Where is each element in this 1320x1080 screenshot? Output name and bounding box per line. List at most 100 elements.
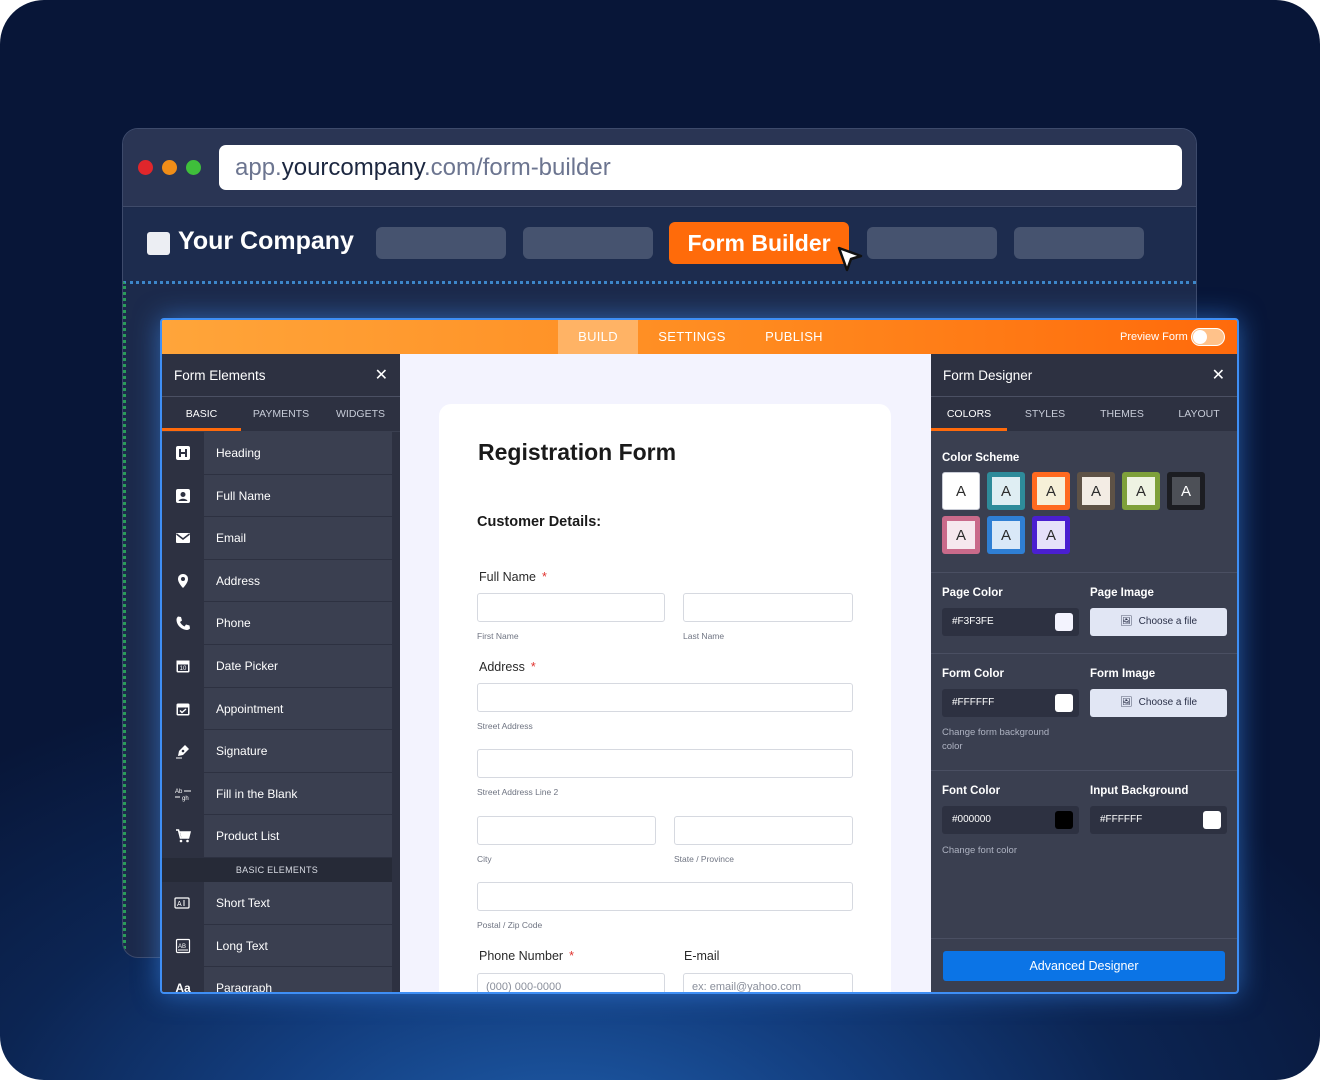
element-label: Long Text [216, 938, 268, 953]
maximize-window-dot[interactable] [186, 160, 201, 175]
color-scheme-swatch[interactable]: A [942, 472, 980, 510]
font-color-label: Font Color [942, 785, 1001, 797]
tab-themes[interactable]: THEMES [1083, 397, 1161, 431]
minimize-window-dot[interactable] [162, 160, 177, 175]
left-panel-scrollbar[interactable] [392, 432, 400, 992]
nav-item-form-builder[interactable]: Form Builder [669, 222, 849, 264]
person-icon [174, 487, 192, 505]
svg-text:AB: AB [178, 944, 186, 950]
basic-elements-section-label: BASIC ELEMENTS [162, 857, 392, 882]
tab-settings[interactable]: SETTINGS [648, 320, 736, 354]
form-section-title[interactable]: Customer Details: [477, 514, 601, 530]
url-prefix: app. [235, 154, 282, 181]
email-input[interactable]: ex: email@yahoo.com [683, 973, 853, 992]
first-name-input[interactable] [477, 593, 665, 622]
short-text-icon: A [174, 894, 192, 912]
element-signature[interactable]: Signature [162, 730, 392, 773]
street-address-input[interactable] [477, 683, 853, 712]
url-suffix: .com/form-builder [424, 154, 611, 181]
company-name: Your Company [178, 227, 354, 255]
font-color-value: #000000 [952, 814, 991, 825]
tab-widgets[interactable]: WIDGETS [321, 397, 400, 431]
swatch-letter: A [1037, 521, 1065, 549]
builder-topbar: BUILD SETTINGS PUBLISH Preview Form [162, 320, 1237, 354]
color-chip[interactable] [1055, 811, 1073, 829]
map-pin-icon [174, 572, 192, 590]
color-chip[interactable] [1055, 694, 1073, 712]
element-short-text[interactable]: A Short Text [162, 881, 392, 925]
nav-item-placeholder-4[interactable] [1014, 227, 1144, 259]
element-heading[interactable]: Heading [162, 432, 392, 475]
tab-colors[interactable]: COLORS [931, 397, 1007, 431]
url-bar[interactable]: app.yourcompany.com/form-builder [219, 145, 1182, 190]
first-name-help: First Name [477, 631, 519, 641]
preview-form-toggle[interactable] [1191, 328, 1225, 346]
email-label: E-mail [684, 949, 720, 963]
tab-publish[interactable]: PUBLISH [752, 320, 836, 354]
state-input[interactable] [674, 816, 853, 845]
nav-item-placeholder-3[interactable] [867, 227, 997, 259]
close-icon[interactable]: ✕ [375, 365, 388, 385]
tab-payments[interactable]: PAYMENTS [241, 397, 321, 431]
page-color-label: Page Color [942, 587, 1003, 599]
zip-input[interactable] [477, 882, 853, 911]
color-chip[interactable] [1055, 613, 1073, 631]
page-color-field[interactable]: #F3F3FE [942, 608, 1079, 636]
color-scheme-swatch[interactable]: A [1032, 516, 1070, 554]
swatch-letter: A [1172, 477, 1200, 505]
element-long-text[interactable]: AB Long Text [162, 924, 392, 968]
tab-basic[interactable]: BASIC [162, 397, 241, 431]
element-fill-in-the-blank[interactable]: Ab gh Fill in the Blank [162, 772, 392, 816]
color-scheme-swatch[interactable]: A [1122, 472, 1160, 510]
form-color-field[interactable]: #FFFFFF [942, 689, 1079, 717]
element-product-list[interactable]: Product List [162, 815, 392, 858]
street-address-help: Street Address [477, 721, 533, 731]
close-icon[interactable]: ✕ [1212, 365, 1225, 385]
element-address[interactable]: Address [162, 559, 392, 603]
envelope-icon [174, 529, 192, 547]
phone-input[interactable]: (000) 000-0000 [477, 973, 665, 992]
nav-item-placeholder-2[interactable] [523, 227, 653, 259]
full-name-label: Full Name * [479, 570, 547, 584]
element-date-picker[interactable]: 10 Date Picker [162, 644, 392, 688]
font-color-field[interactable]: #000000 [942, 806, 1079, 834]
form-image-choose-button[interactable]: 🖼 Choose a file [1090, 689, 1227, 717]
required-marker: * [541, 570, 547, 584]
element-full-name[interactable]: Full Name [162, 474, 392, 518]
element-email[interactable]: Email [162, 517, 392, 560]
element-label: Paragraph [216, 981, 273, 994]
color-chip[interactable] [1203, 811, 1221, 829]
element-appointment[interactable]: Appointment [162, 687, 392, 731]
tab-layout[interactable]: LAYOUT [1161, 397, 1237, 431]
form-title[interactable]: Registration Form [478, 439, 676, 466]
street-address-line2-input[interactable] [477, 749, 853, 778]
city-input[interactable] [477, 816, 656, 845]
svg-text:gh: gh [182, 796, 189, 802]
color-scheme-swatch[interactable]: A [987, 472, 1025, 510]
last-name-input[interactable] [683, 593, 853, 622]
close-window-dot[interactable] [138, 160, 153, 175]
page-image-choose-button[interactable]: 🖼 Choose a file [1090, 608, 1227, 636]
tab-styles[interactable]: STYLES [1007, 397, 1083, 431]
color-scheme-swatch[interactable]: A [1077, 472, 1115, 510]
nav-item-placeholder-1[interactable] [376, 227, 506, 259]
input-background-field[interactable]: #FFFFFF [1090, 806, 1227, 834]
element-phone[interactable]: Phone [162, 602, 392, 645]
app-navbar: Your Company Form Builder [123, 208, 1196, 281]
tab-build[interactable]: BUILD [558, 320, 638, 354]
color-scheme-swatch[interactable]: A [987, 516, 1025, 554]
calendar-check-icon [174, 700, 192, 718]
color-scheme-swatch[interactable]: A [1167, 472, 1205, 510]
background-canvas: app.yourcompany.com/form-builder Your Co… [0, 0, 1320, 1080]
preview-form-label: Preview Form [1120, 331, 1188, 343]
swatch-letter: A [992, 521, 1020, 549]
color-scheme-swatch[interactable]: A [1032, 472, 1070, 510]
element-paragraph[interactable]: Aa Paragraph [162, 967, 392, 994]
input-background-label: Input Background [1090, 785, 1189, 797]
advanced-designer-button[interactable]: Advanced Designer [943, 951, 1225, 981]
browser-titlebar: app.yourcompany.com/form-builder [123, 129, 1196, 207]
color-scheme-label: Color Scheme [942, 452, 1020, 464]
color-scheme-swatch[interactable]: A [942, 516, 980, 554]
image-icon: 🖼 [1119, 616, 1133, 627]
input-background-value: #FFFFFF [1100, 814, 1143, 825]
